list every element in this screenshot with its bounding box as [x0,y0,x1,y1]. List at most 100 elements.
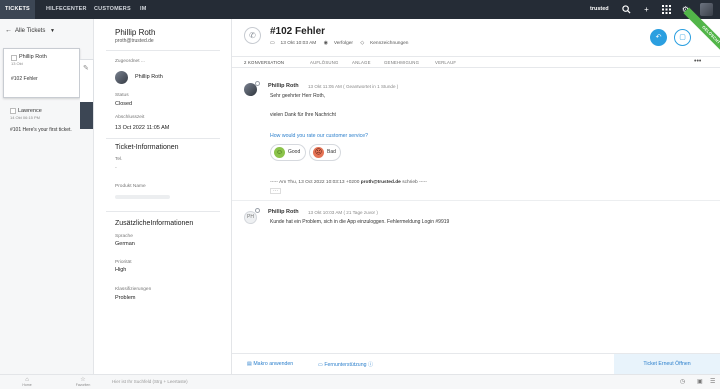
customer-details-panel: Phillip Roth proth@trusted.de Zugeordnet… [94,19,232,374]
rate-bad-button[interactable]: ☹ Bad [309,144,341,161]
divider [106,50,220,51]
frown-icon: ☹ [313,147,324,158]
ticket-card-102[interactable]: Phillip Roth 13 Okt #102 Fehler [3,48,80,98]
ticket-card-subject: #101 Here's your first ticket. [10,127,72,133]
quoted-header: ----- Am Thu, 13 Oct 2022 10:03:13 +0200… [270,180,427,185]
message-author: Phillip Roth [268,83,299,89]
divider [106,211,220,212]
message-divider [232,200,720,201]
divider [106,138,220,139]
status-label: Status [115,93,129,98]
clock-icon[interactable]: ◷ [680,378,685,385]
customer-name[interactable]: Phillip Roth [115,28,155,37]
smile-icon: ☺ [274,147,285,158]
ticket-meta: ▭ 13 Okt 10:03 AM ◉ Verfolger ◇ Kennzeichnu… [270,41,414,46]
ticket-actions-bar: ▤ Makro anwenden ▭ Fernunterstützung ⓘ T… [232,353,720,375]
ticket-list-panel: ← Alle Tickets ▼ Phillip Roth 13 Okt #102… [0,19,94,374]
message-date: 13 Okt 10:03 AM ( 21 Tage zuvor ) [308,210,378,215]
author-avatar: PH [244,211,257,224]
ticket-tabs: 2 KONVERSATION AUFLÖSUNG ANLAGE GENEHMIG… [232,56,720,68]
search-icon[interactable] [622,5,631,14]
extra-info-title: ZusätzlicheInformationen [115,220,194,227]
closed-time-label: Abschlusszeit [115,115,145,120]
plus-icon[interactable]: + [642,5,651,14]
tab-im[interactable]: IM [140,0,147,19]
comment-button[interactable]: ▢ [674,29,691,46]
macro-icon: ▤ [247,361,252,367]
footer-bar: ⌂ Home ☆ Favoriten Hier ist Ihr Suchfeld (… [0,374,720,389]
remote-support-button[interactable]: ▭ Fernunterstützung ⓘ [318,361,373,368]
tag-icon: ◇ [360,41,365,46]
classification-label: Klassifizierungen [115,287,152,292]
rating-prompt[interactable]: How would you rate our customer service? [270,133,368,139]
top-navigation: TICKETS HILFECENTER CUSTOMERS IM trusted… [0,0,720,19]
favorites-button[interactable]: ☆ Favoriten [73,377,93,387]
ticket-card-name: Lawrence [18,108,42,114]
message-body: Kunde hat ein Problem, sich in die App e… [270,219,450,225]
chevron-down-icon: ▼ [50,28,55,34]
language-value[interactable]: German [115,241,135,247]
tab-attachment[interactable]: ANLAGE [352,60,371,65]
ticket-card-name: Phillip Roth [19,54,47,60]
tab-approval[interactable]: GENEHMIGUNG [384,60,419,65]
product-label: Produkt Name [115,184,146,189]
tab-customers[interactable]: CUSTOMERS [94,0,131,19]
inbox-icon[interactable]: ▣ [697,378,703,385]
tab-history[interactable]: VERLAUF [435,60,456,65]
assignee-avatar [115,71,128,84]
tel-value[interactable]: - [115,165,117,171]
priority-value[interactable]: High [115,267,126,273]
assigned-value[interactable]: Phillip Roth [135,74,163,80]
calendar-icon: ▭ [270,41,275,46]
follower-link[interactable]: Verfolger [334,41,353,46]
ticket-card-date: 13 Okt [11,61,23,66]
ticket-card-101[interactable]: Lawrence 14 Okt 06:15 PM #101 Here's you… [3,103,80,149]
language-label: Sprache [115,234,133,239]
tab-conversation[interactable]: 2 KONVERSATION [244,60,284,65]
list-icon[interactable]: ☰ [710,378,715,385]
tel-label: Tel. [115,157,123,162]
tab-hilfecenter[interactable]: HILFECENTER [46,0,87,19]
ticket-date: 13 Okt 10:03 AM [280,41,317,46]
message-body: vielen Dank für Ihre Nachricht [270,112,336,118]
classification-value[interactable]: Problem [115,295,135,301]
user-avatar[interactable] [700,3,713,16]
scroll-handle[interactable] [80,102,93,129]
arrow-left-icon: ← [5,27,12,34]
ticket-main-panel: ✆ #102 Fehler ▭ 13 Okt 10:03 AM ◉ Verfolge… [232,7,720,375]
status-value[interactable]: Closed [115,101,132,107]
reply-button[interactable]: ↶ [650,29,667,46]
message-greeting: Sehr geehrter Herr Roth, [270,93,326,99]
rate-good-button[interactable]: ☺ Good [270,144,306,161]
expand-quote-button[interactable]: ··· [270,188,281,194]
account-name[interactable]: trusted [590,0,609,19]
message-author: Phillip Roth [268,209,299,215]
incoming-indicator-icon [255,208,260,213]
eye-icon: ◉ [323,41,328,46]
ticket-card-subject: #102 Fehler [11,76,38,82]
tab-tickets[interactable]: TICKETS [0,0,35,19]
assigned-label: Zugeordnet ... [115,59,145,64]
search-field[interactable]: Hier ist Ihr Suchfeld (Strg + Leertaste) [112,379,188,384]
tab-resolution[interactable]: AUFLÖSUNG [310,60,339,65]
monitor-icon: ▭ [318,362,323,368]
quoted-email[interactable]: proth@trusted.de [361,180,401,185]
pin-icon[interactable]: ✎ [83,64,89,72]
back-to-all-tickets[interactable]: ← Alle Tickets ▼ [5,27,55,34]
apply-macro-button[interactable]: ▤ Makro anwenden [247,361,293,367]
customer-email[interactable]: proth@trusted.de [115,38,154,44]
tags-link[interactable]: Kennzeichnungen [370,41,408,46]
ticket-info-title: Ticket-Informationen [115,144,179,151]
message-date: 13 Okt 11:05 AM ( Geantwortet in 1 Stund… [308,84,399,89]
ticket-card-date: 14 Okt 06:15 PM [10,115,41,120]
priority-label: Priorität [115,260,132,265]
more-icon[interactable]: ••• [694,58,701,65]
ticket-title: #102 Fehler [270,26,326,37]
grid-icon[interactable] [662,5,671,14]
product-value[interactable] [115,195,170,199]
checkbox[interactable] [10,108,16,114]
ticket-icon: ✆ [244,27,261,44]
reopen-ticket-button[interactable]: Ticket Erneut Öffnen [614,354,720,375]
card-actions: ✎ [80,59,94,129]
home-button[interactable]: ⌂ Home [17,377,37,387]
